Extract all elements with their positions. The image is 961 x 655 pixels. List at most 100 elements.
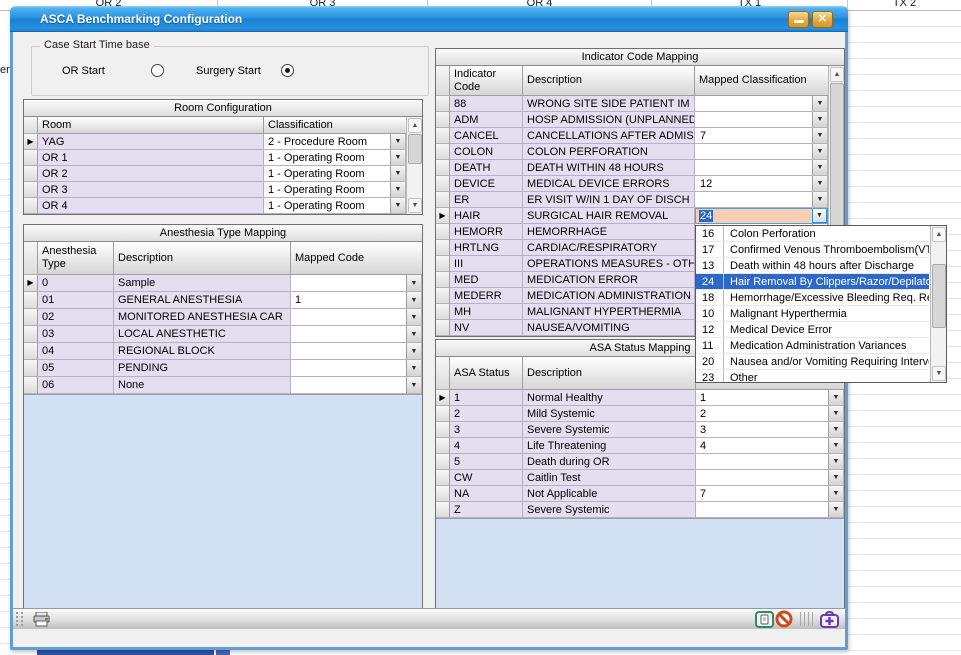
table-row[interactable]: ▶ CANCEL CANCELLATIONS AFTER ADMIS 7 ▼ bbox=[436, 128, 828, 144]
table-row[interactable]: ▶ DEATH DEATH WITHIN 48 HOURS ▼ bbox=[436, 160, 828, 176]
row-selector[interactable]: ▶ bbox=[24, 343, 38, 360]
toolbar-grip[interactable] bbox=[21, 612, 23, 626]
row-selector[interactable]: ▶ bbox=[24, 198, 38, 214]
dropdown-button[interactable]: ▼ bbox=[406, 309, 421, 325]
table-row[interactable]: ▶ ER ER VISIT W/IN 1 DAY OF DISCH ▼ bbox=[436, 192, 828, 208]
dropdown-button[interactable]: ▼ bbox=[812, 144, 827, 159]
dropdown-button[interactable]: ▼ bbox=[828, 422, 843, 437]
dropdown-button[interactable]: ▼ bbox=[812, 128, 827, 143]
dropdown-button[interactable]: ▼ bbox=[406, 275, 421, 291]
mapped-classification-combo[interactable]: ▼ bbox=[695, 96, 828, 112]
row-selector[interactable]: ▶ bbox=[436, 144, 450, 160]
dropdown-button[interactable]: ▼ bbox=[406, 292, 421, 308]
table-row[interactable]: ▶ 1 Normal Healthy 1 ▼ bbox=[436, 390, 844, 406]
classification-combo[interactable]: 1 - Operating Room ▼ bbox=[264, 166, 406, 182]
table-row[interactable]: ▶ 02 MONITORED ANESTHESIA CAR ▼ bbox=[24, 309, 422, 326]
surgery-start-radio[interactable] bbox=[281, 64, 294, 77]
dropdown-scrollbar[interactable]: ▲ ▼ bbox=[930, 226, 946, 382]
benchmark-bag-button[interactable] bbox=[819, 611, 839, 628]
minimize-button[interactable] bbox=[788, 11, 809, 28]
dropdown-button[interactable]: ▼ bbox=[828, 486, 843, 501]
row-selector[interactable]: ▶ bbox=[436, 454, 450, 470]
row-selector[interactable]: ▶ bbox=[24, 182, 38, 198]
dropdown-button[interactable]: ▼ bbox=[812, 176, 827, 191]
row-selector[interactable]: ▶ bbox=[24, 309, 38, 326]
dropdown-button[interactable]: ▼ bbox=[828, 438, 843, 453]
row-selector[interactable]: ▶ bbox=[24, 150, 38, 166]
row-selector[interactable]: ▶ bbox=[436, 304, 450, 320]
classification-combo[interactable]: 1 - Operating Room ▼ bbox=[264, 150, 406, 166]
mapped-combo[interactable]: 7 ▼ bbox=[696, 486, 844, 502]
mapped-code-combo[interactable]: ▼ bbox=[291, 360, 422, 377]
table-row[interactable]: ▶ 0 Sample ▼ bbox=[24, 275, 422, 292]
row-selector[interactable]: ▶ bbox=[24, 166, 38, 182]
mapped-combo[interactable]: ▼ bbox=[696, 470, 844, 486]
scroll-up-icon[interactable]: ▲ bbox=[408, 118, 422, 133]
dropdown-item[interactable]: 23 Other bbox=[696, 370, 929, 382]
mapped-combo[interactable]: ▼ bbox=[696, 502, 844, 518]
row-selector[interactable]: ▶ bbox=[436, 224, 450, 240]
row-selector[interactable]: ▶ bbox=[24, 134, 38, 150]
row-selector[interactable]: ▶ bbox=[436, 240, 450, 256]
row-selector[interactable]: ▶ bbox=[436, 390, 450, 406]
dropdown-button[interactable]: ▼ bbox=[390, 150, 405, 165]
table-row[interactable]: ▶ 3 Severe Systemic 3 ▼ bbox=[436, 422, 844, 438]
row-selector[interactable]: ▶ bbox=[24, 292, 38, 309]
scroll-down-icon[interactable]: ▼ bbox=[408, 198, 422, 213]
row-selector[interactable]: ▶ bbox=[436, 288, 450, 304]
dropdown-item[interactable]: 17 Confirmed Venous Thromboembolism(VTE) bbox=[696, 242, 929, 258]
dropdown-button[interactable]: ▼ bbox=[390, 182, 405, 197]
mapped-combo[interactable]: 4 ▼ bbox=[696, 438, 844, 454]
table-row[interactable]: ▶ 05 PENDING ▼ bbox=[24, 360, 422, 377]
table-row[interactable]: ▶ 4 Life Threatening 4 ▼ bbox=[436, 438, 844, 454]
mapped-code-combo[interactable]: ▼ bbox=[291, 377, 422, 394]
dropdown-button[interactable]: ▼ bbox=[406, 360, 421, 376]
dropdown-button[interactable]: ▼ bbox=[812, 192, 827, 207]
print-button[interactable] bbox=[31, 611, 51, 628]
mapped-combo[interactable]: ▼ bbox=[696, 454, 844, 470]
dropdown-button[interactable]: ▼ bbox=[390, 134, 405, 149]
vertical-scrollbar[interactable]: ▲ ▼ bbox=[406, 117, 422, 214]
mapped-code-combo[interactable]: 1 ▼ bbox=[291, 292, 422, 309]
mapped-classification-combo[interactable]: 24 ▼ bbox=[695, 208, 828, 224]
row-selector[interactable]: ▶ bbox=[436, 320, 450, 336]
dropdown-button[interactable]: ▼ bbox=[812, 160, 827, 175]
dropdown-item[interactable]: 13 Death within 48 hours after Discharge bbox=[696, 258, 929, 274]
table-row[interactable]: ▶ YAG 2 - Procedure Room ▼ bbox=[24, 134, 406, 150]
row-selector[interactable]: ▶ bbox=[436, 160, 450, 176]
mapped-combo[interactable]: 2 ▼ bbox=[696, 406, 844, 422]
row-selector[interactable]: ▶ bbox=[436, 486, 450, 502]
row-selector[interactable]: ▶ bbox=[436, 272, 450, 288]
table-row[interactable]: ▶ 88 WRONG SITE SIDE PATIENT IM ▼ bbox=[436, 96, 828, 112]
dropdown-button[interactable]: ▼ bbox=[812, 96, 827, 111]
dropdown-item[interactable]: 10 Malignant Hyperthermia bbox=[696, 306, 929, 322]
row-selector[interactable]: ▶ bbox=[436, 128, 450, 144]
mapped-classification-combo[interactable]: ▼ bbox=[695, 144, 828, 160]
dropdown-button[interactable]: ▼ bbox=[812, 112, 827, 127]
mapped-code-combo[interactable]: ▼ bbox=[291, 343, 422, 360]
table-row[interactable]: ▶ NA Not Applicable 7 ▼ bbox=[436, 486, 844, 502]
row-selector[interactable]: ▶ bbox=[436, 422, 450, 438]
scroll-down-icon[interactable]: ▼ bbox=[932, 366, 946, 381]
dropdown-item[interactable]: 20 Nausea and/or Vomiting Requiring Inte… bbox=[696, 354, 929, 370]
row-selector[interactable]: ▶ bbox=[436, 96, 450, 112]
dropdown-item[interactable]: 18 Hemorrhage/Excessive Bleeding Req. Re… bbox=[696, 290, 929, 306]
scrollbar-thumb[interactable] bbox=[408, 134, 422, 164]
row-selector[interactable]: ▶ bbox=[24, 360, 38, 377]
classification-combo[interactable]: 1 - Operating Room ▼ bbox=[264, 182, 406, 198]
dropdown-button[interactable]: ▼ bbox=[390, 198, 405, 213]
table-row[interactable]: ▶ 01 GENERAL ANESTHESIA 1 ▼ bbox=[24, 292, 422, 309]
mapped-classification-combo[interactable]: ▼ bbox=[695, 192, 828, 208]
row-selector[interactable]: ▶ bbox=[436, 208, 450, 224]
mapped-classification-combo[interactable]: ▼ bbox=[695, 160, 828, 176]
row-selector[interactable]: ▶ bbox=[24, 326, 38, 343]
cancel-button[interactable] bbox=[774, 611, 794, 628]
close-button[interactable]: ✕ bbox=[812, 11, 833, 28]
table-row[interactable]: ▶ OR 2 1 - Operating Room ▼ bbox=[24, 166, 406, 182]
mapped-combo[interactable]: 3 ▼ bbox=[696, 422, 844, 438]
dropdown-item[interactable]: 16 Colon Perforation bbox=[696, 226, 929, 242]
row-selector[interactable]: ▶ bbox=[24, 377, 38, 394]
classification-combo[interactable]: 1 - Operating Room ▼ bbox=[264, 198, 406, 214]
mapped-classification-combo[interactable]: 12 ▼ bbox=[695, 176, 828, 192]
dropdown-item[interactable]: 24 Hair Removal By Clippers/Razor/Depila… bbox=[696, 274, 929, 290]
